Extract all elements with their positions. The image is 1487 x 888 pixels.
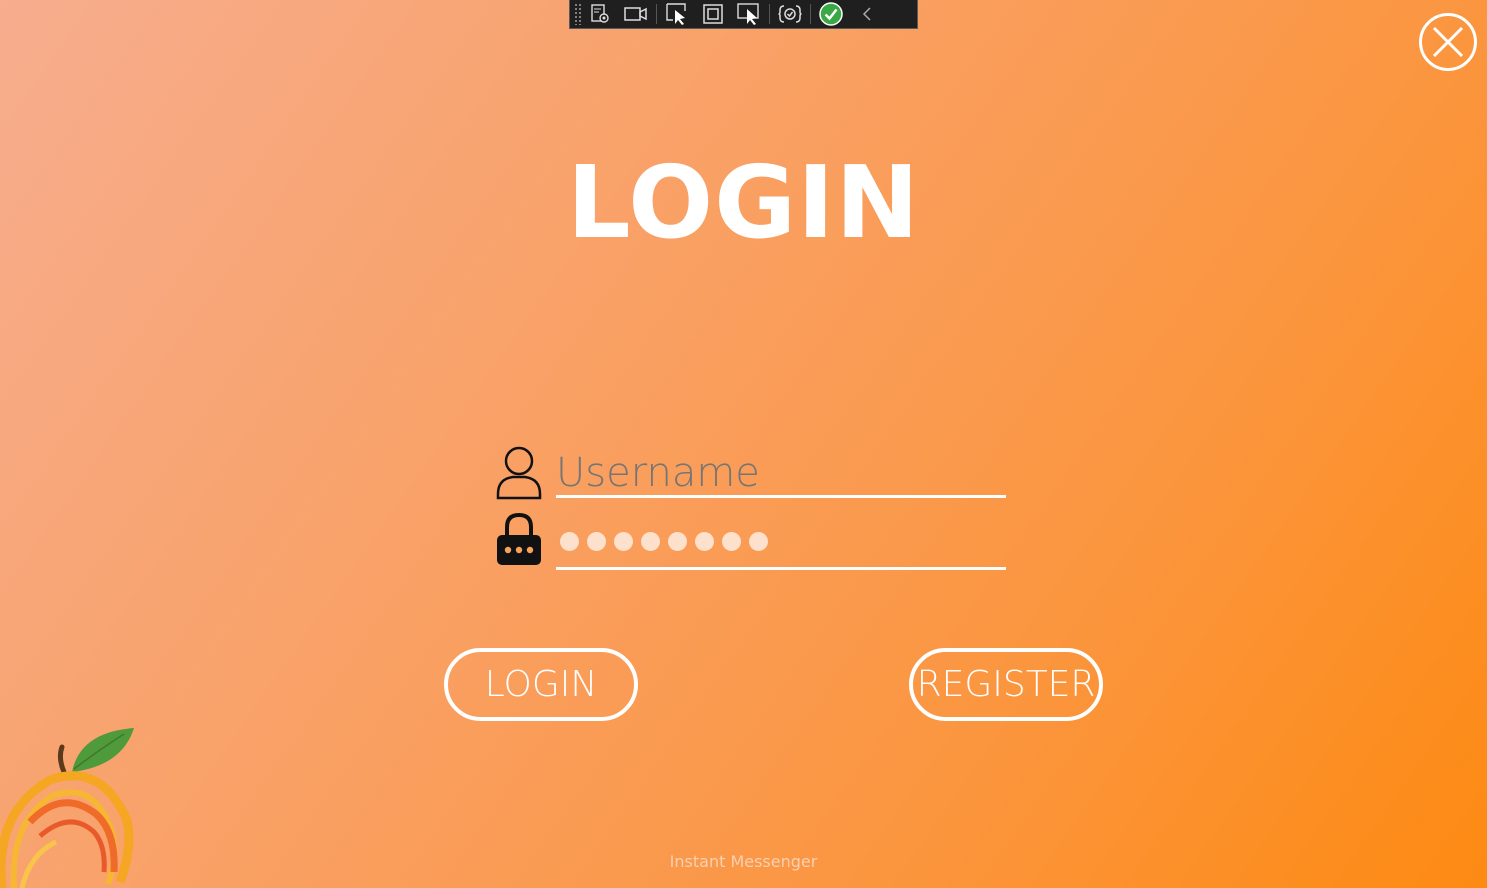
debug-toolbar	[569, 0, 918, 29]
toolbar-separator	[656, 4, 657, 24]
page-title: LOGIN	[566, 144, 921, 261]
password-mask-dot	[695, 532, 714, 551]
username-input[interactable]	[556, 450, 1006, 498]
login-button[interactable]: LOGIN	[444, 648, 638, 721]
close-button[interactable]	[1419, 13, 1477, 71]
close-icon	[1432, 26, 1464, 58]
toolbar-grip[interactable]	[574, 3, 582, 25]
hot-reload-check-icon[interactable]	[813, 0, 849, 29]
binding-failures-icon[interactable]	[772, 0, 808, 29]
select-element-icon[interactable]	[659, 0, 695, 29]
password-mask-dot	[560, 532, 579, 551]
user-icon	[495, 444, 543, 505]
peach-logo	[0, 722, 140, 888]
live-visual-tree-icon[interactable]	[582, 0, 618, 29]
password-mask-dot	[722, 532, 741, 551]
password-mask-dot	[614, 532, 633, 551]
display-layout-adorners-icon[interactable]	[695, 0, 731, 29]
password-mask-dot	[641, 532, 660, 551]
password-mask-dot	[749, 532, 768, 551]
password-field[interactable]	[556, 522, 1006, 570]
toolbar-separator	[769, 4, 770, 24]
track-focus-icon[interactable]	[731, 0, 767, 29]
app-name-footer: Instant Messenger	[669, 852, 818, 871]
password-mask-dot	[668, 532, 687, 551]
lock-icon	[496, 512, 542, 573]
password-mask-dot	[587, 532, 606, 551]
toolbar-separator	[810, 4, 811, 24]
video-camera-icon[interactable]	[618, 0, 654, 29]
collapse-chevron-icon[interactable]	[849, 0, 885, 29]
register-button[interactable]: REGISTER	[909, 648, 1103, 721]
